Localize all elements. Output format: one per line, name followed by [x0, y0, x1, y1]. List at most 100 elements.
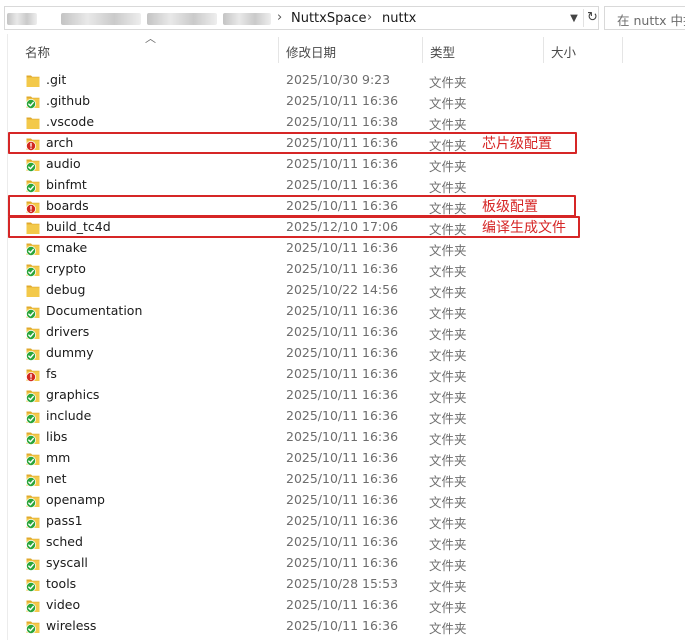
file-date: 2025/10/11 16:36 [286, 471, 399, 486]
file-type: 文件夹 [429, 411, 467, 426]
file-type: 文件夹 [429, 243, 467, 258]
file-date: 2025/10/11 16:36 [286, 177, 399, 192]
file-date: 2025/10/11 16:36 [286, 555, 399, 570]
file-name: mm [46, 450, 71, 465]
column-name-header[interactable]: 名称 [18, 34, 50, 64]
file-name: openamp [46, 492, 105, 507]
file-type: 文件夹 [429, 537, 467, 552]
folder-synced-icon [26, 514, 40, 529]
file-type: 文件夹 [429, 285, 467, 300]
file-row[interactable]: fs 2025/10/11 16:36 文件夹 [8, 364, 685, 385]
file-row[interactable]: cmake 2025/10/11 16:36 文件夹 [8, 238, 685, 259]
file-row[interactable]: openamp 2025/10/11 16:36 文件夹 [8, 490, 685, 511]
file-row[interactable]: Documentation 2025/10/11 16:36 文件夹 [8, 301, 685, 322]
file-name: binfmt [46, 177, 87, 192]
folder-synced-icon [26, 598, 40, 613]
redacted-path [147, 13, 217, 25]
search-input[interactable]: 在 nuttx 中搜索 [604, 6, 685, 30]
file-row[interactable]: debug 2025/10/22 14:56 文件夹 [8, 280, 685, 301]
file-name: .github [46, 93, 91, 108]
breadcrumb-nuttxspace[interactable]: NuttxSpace [291, 11, 366, 26]
file-type: 文件夹 [429, 369, 467, 384]
file-date: 2025/10/11 16:36 [286, 618, 399, 633]
file-row[interactable]: sched 2025/10/11 16:36 文件夹 [8, 532, 685, 553]
file-row[interactable]: drivers 2025/10/11 16:36 文件夹 [8, 322, 685, 343]
column-header: 名称 修改日期 类型 大小 [8, 34, 685, 64]
file-name: debug [46, 282, 86, 297]
file-name: libs [46, 429, 68, 444]
column-size-header[interactable]: 大小 [544, 34, 576, 64]
file-name: audio [46, 156, 81, 171]
breadcrumb-nuttx[interactable]: nuttx [382, 11, 416, 26]
file-date: 2025/10/11 16:36 [286, 345, 399, 360]
file-date: 2025/10/30 9:23 [286, 72, 391, 87]
file-type: 文件夹 [429, 348, 467, 363]
file-row[interactable]: dummy 2025/10/11 16:36 文件夹 [8, 343, 685, 364]
file-date: 2025/10/11 16:36 [286, 429, 399, 444]
folder-synced-icon [26, 304, 40, 319]
annotation-label: 芯片级配置 [482, 136, 552, 152]
file-row[interactable]: include 2025/10/11 16:36 文件夹 [8, 406, 685, 427]
folder-synced-icon [26, 493, 40, 508]
redacted-path [61, 13, 141, 25]
file-type: 文件夹 [429, 75, 467, 90]
file-row[interactable]: binfmt 2025/10/11 16:36 文件夹 [8, 175, 685, 196]
folder-synced-icon [26, 94, 40, 109]
file-row[interactable]: wireless 2025/10/11 16:36 文件夹 [8, 616, 685, 637]
file-type: 文件夹 [429, 117, 467, 132]
navigation-pane-edge [0, 34, 8, 640]
file-name: include [46, 408, 92, 423]
folder-synced-icon [26, 178, 40, 193]
search-placeholder: 在 nuttx 中搜索 [617, 13, 685, 28]
file-type: 文件夹 [429, 96, 467, 111]
file-type: 文件夹 [429, 264, 467, 279]
file-type: 文件夹 [429, 327, 467, 342]
file-row[interactable]: net 2025/10/11 16:36 文件夹 [8, 469, 685, 490]
file-name: drivers [46, 324, 90, 339]
file-row[interactable]: pass1 2025/10/11 16:36 文件夹 [8, 511, 685, 532]
file-date: 2025/10/11 16:36 [286, 303, 399, 318]
folder-synced-icon [26, 619, 40, 634]
file-type: 文件夹 [429, 495, 467, 510]
file-type: 文件夹 [429, 453, 467, 468]
file-name: net [46, 471, 67, 486]
file-name: wireless [46, 618, 97, 633]
file-name: graphics [46, 387, 100, 402]
file-date: 2025/10/11 16:36 [286, 156, 399, 171]
file-date: 2025/10/11 16:36 [286, 492, 399, 507]
file-type: 文件夹 [429, 579, 467, 594]
file-type: 文件夹 [429, 474, 467, 489]
column-type-header[interactable]: 类型 [423, 34, 455, 64]
file-row[interactable]: syscall 2025/10/11 16:36 文件夹 [8, 553, 685, 574]
file-date: 2025/10/11 16:36 [286, 366, 399, 381]
file-row[interactable]: audio 2025/10/11 16:36 文件夹 [8, 154, 685, 175]
folder-synced-icon [26, 325, 40, 340]
sort-ascending-icon: ︿ [145, 32, 156, 45]
address-input[interactable]: › NuttxSpace › nuttx ▼ ↻ [4, 6, 599, 30]
file-name: .git [46, 72, 67, 87]
file-name: sched [46, 534, 83, 549]
file-row[interactable]: crypto 2025/10/11 16:36 文件夹 [8, 259, 685, 280]
column-divider[interactable] [622, 37, 623, 63]
file-row[interactable]: libs 2025/10/11 16:36 文件夹 [8, 427, 685, 448]
folder-modified-icon [26, 367, 40, 382]
file-row[interactable]: tools 2025/10/28 15:53 文件夹 [8, 574, 685, 595]
refresh-icon[interactable]: ↻ [583, 9, 601, 27]
file-name: crypto [46, 261, 86, 276]
file-row[interactable]: graphics 2025/10/11 16:36 文件夹 [8, 385, 685, 406]
file-name: video [46, 597, 81, 612]
folder-synced-icon [26, 451, 40, 466]
file-type: 文件夹 [429, 432, 467, 447]
folder-synced-icon [26, 262, 40, 277]
column-date-header[interactable]: 修改日期 [279, 34, 336, 64]
chevron-right-icon: › [367, 10, 373, 25]
file-row[interactable]: .git 2025/10/30 9:23 文件夹 [8, 70, 685, 91]
chevron-down-icon[interactable]: ▼ [566, 11, 582, 27]
file-row[interactable]: mm 2025/10/11 16:36 文件夹 [8, 448, 685, 469]
file-row[interactable]: .github 2025/10/11 16:36 文件夹 [8, 91, 685, 112]
folder-icon [26, 283, 40, 298]
file-date: 2025/10/28 15:53 [286, 576, 399, 591]
file-date: 2025/10/11 16:38 [286, 114, 399, 129]
file-row[interactable]: .vscode 2025/10/11 16:38 文件夹 [8, 112, 685, 133]
file-row[interactable]: video 2025/10/11 16:36 文件夹 [8, 595, 685, 616]
